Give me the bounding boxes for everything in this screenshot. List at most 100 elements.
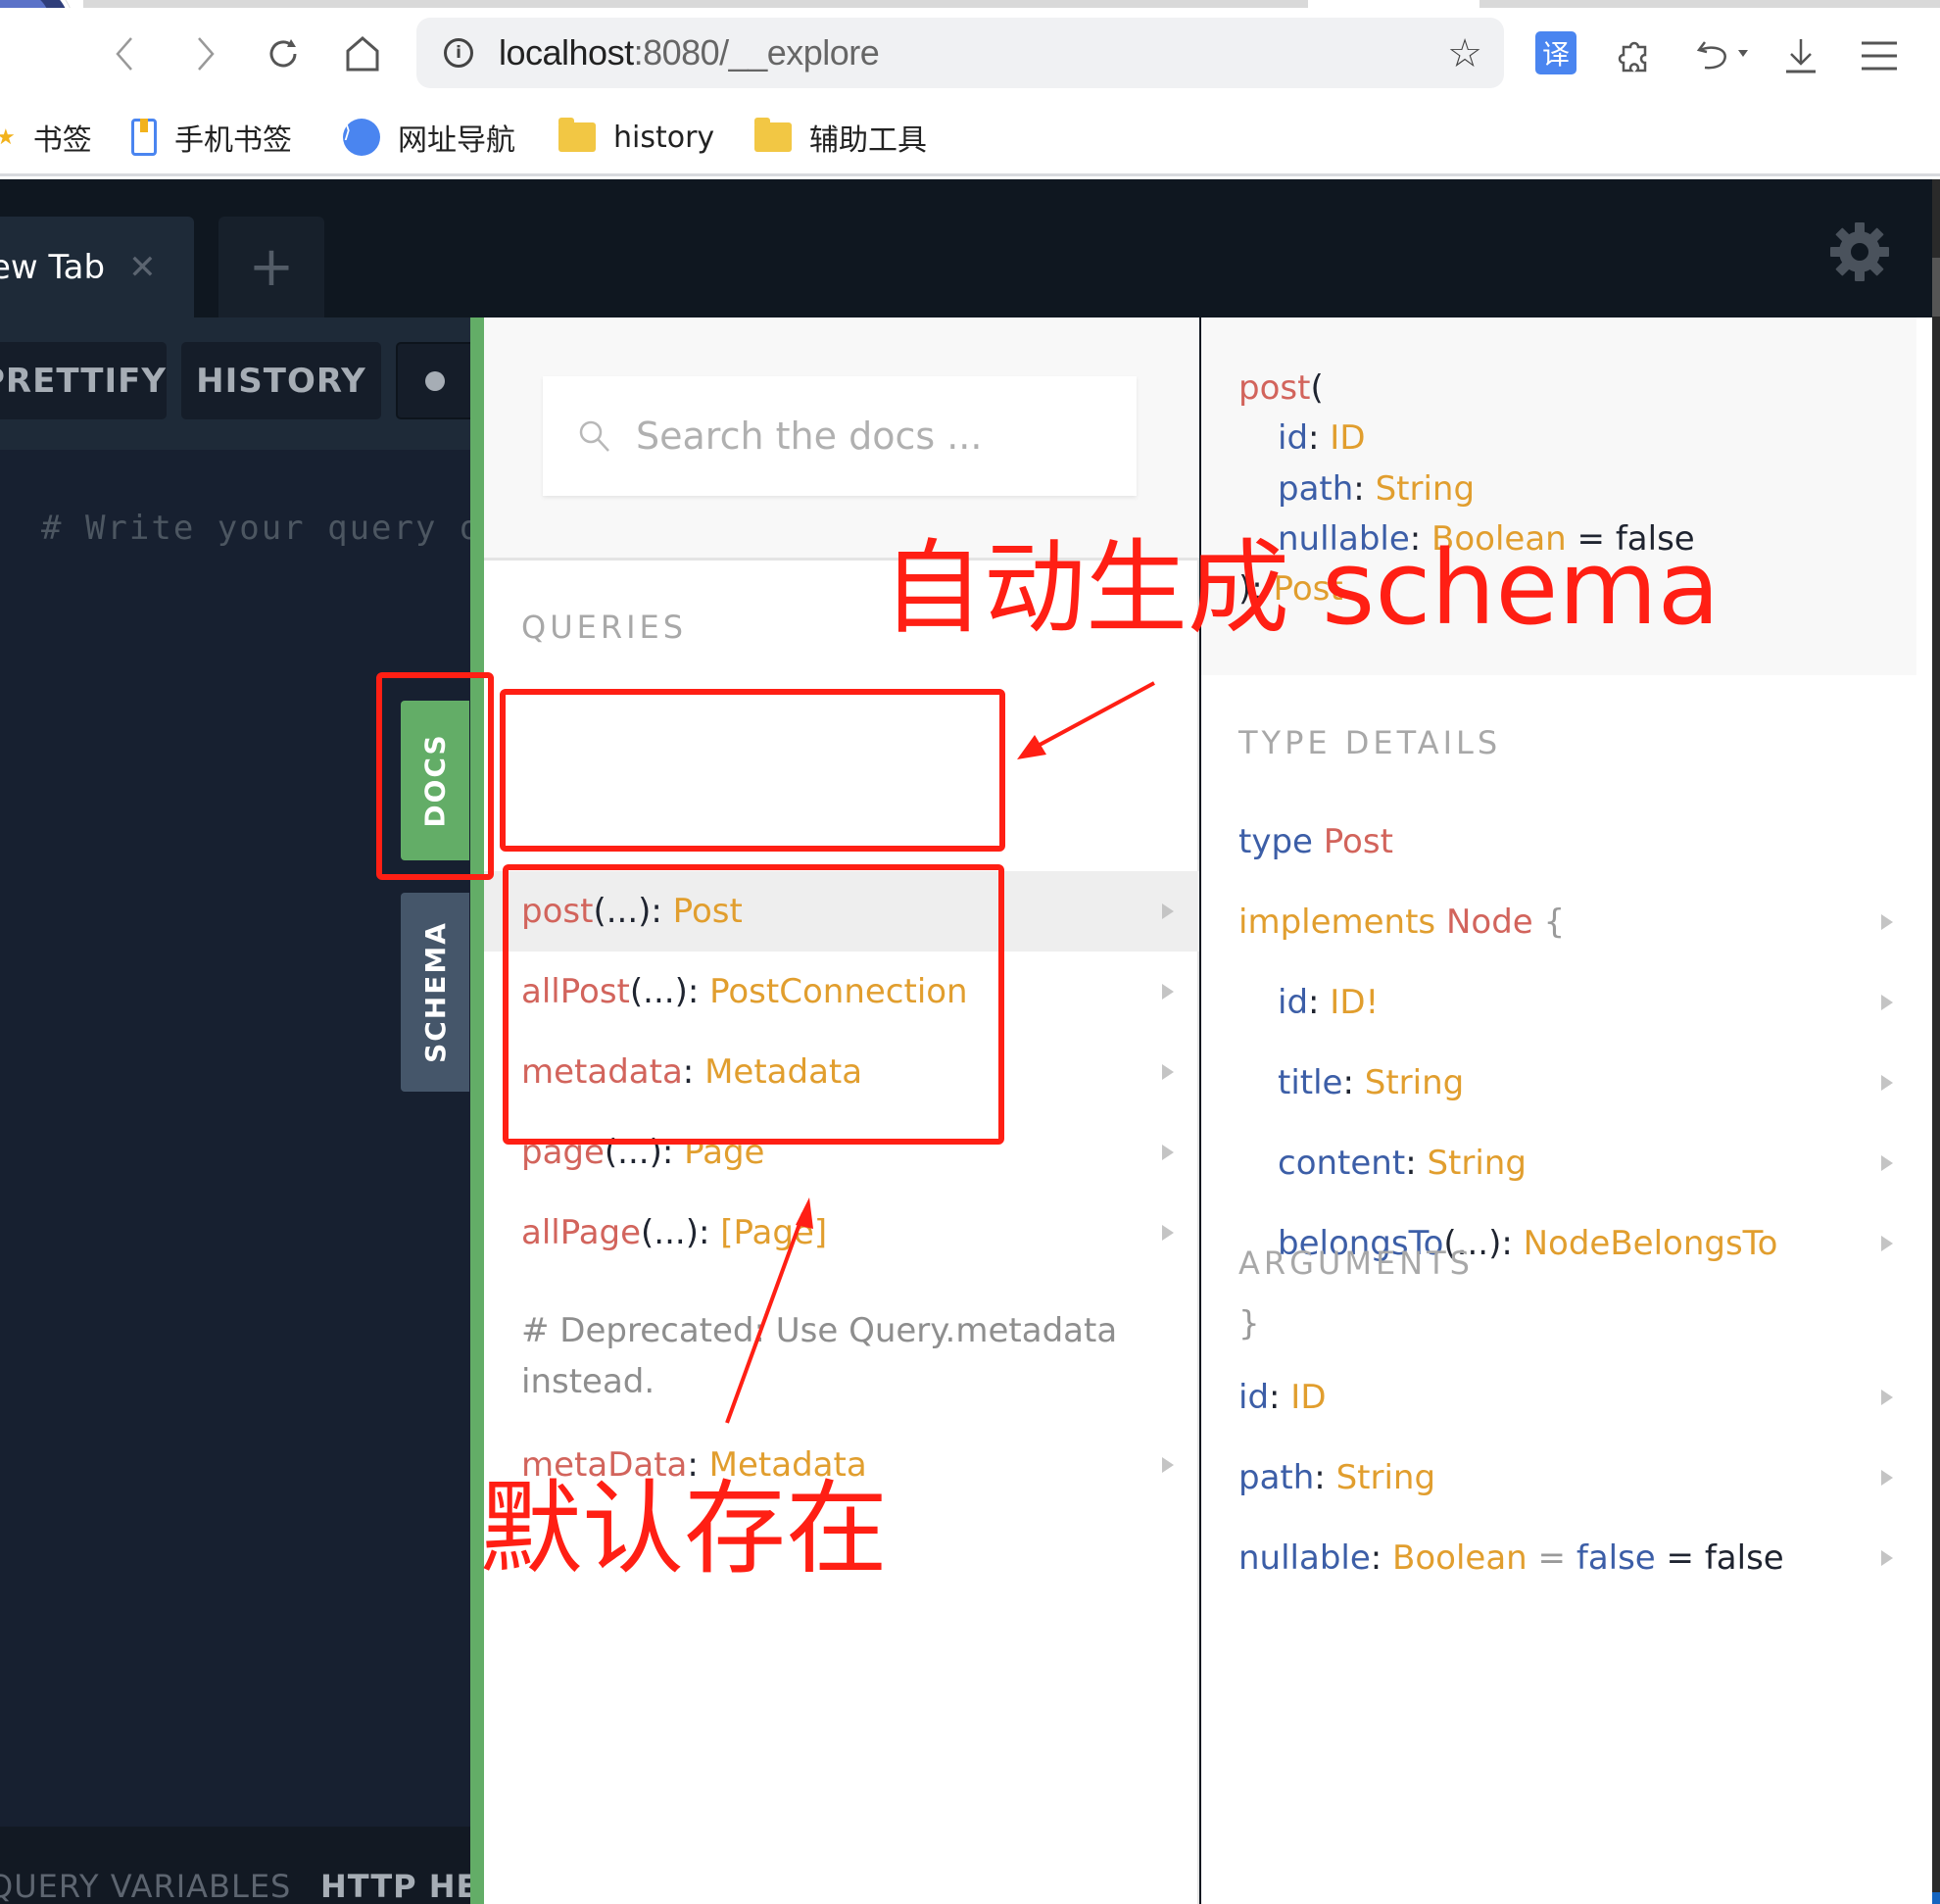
- url-text[interactable]: localhost:8080/__explore: [499, 32, 880, 73]
- query-field-allPage[interactable]: allPage(...): [Page]: [484, 1193, 1199, 1273]
- bookmark-label: 网址导航: [398, 123, 515, 158]
- arg-name: path: [1278, 469, 1354, 509]
- address-bar[interactable]: i localhost:8080/__explore ☆: [416, 18, 1504, 88]
- field-name: page: [521, 1133, 605, 1172]
- field-sep: :: [687, 972, 710, 1011]
- history-button[interactable]: HISTORY: [181, 342, 381, 419]
- browser-tab-inactive[interactable]: [1479, 0, 1940, 8]
- signature-return-type[interactable]: Post: [1274, 569, 1343, 609]
- menu-hamburger-icon[interactable]: [1857, 33, 1902, 78]
- bookmark-item[interactable]: ★ 书签: [0, 114, 92, 161]
- type-name: Post: [1323, 822, 1393, 861]
- expand-arrow-icon: [1881, 1390, 1893, 1405]
- star-icon: ★: [0, 124, 16, 150]
- type-field-text: content: String: [1278, 1144, 1527, 1183]
- field-sep: :: [687, 1445, 709, 1485]
- bookmark-item[interactable]: 手机书签: [131, 114, 292, 161]
- home-button[interactable]: [338, 29, 387, 78]
- field-signature: allPost(...): PostConnection: [521, 972, 968, 1011]
- query-field-allPost[interactable]: allPost(...): PostConnection: [484, 952, 1199, 1032]
- argument-row[interactable]: nullable: Boolean = false = false: [1201, 1524, 1916, 1592]
- close-tab-icon[interactable]: ✕: [128, 248, 157, 287]
- signature-arg: path: String: [1278, 469, 1475, 509]
- query-field-page[interactable]: page(...): Page: [484, 1112, 1199, 1193]
- schema-tab-label: SCHEMA: [418, 921, 452, 1063]
- query-field-metadata[interactable]: metadata: Metadata: [484, 1032, 1199, 1112]
- implements-row[interactable]: implements Node {: [1201, 888, 1916, 956]
- type-field-row[interactable]: id: ID!: [1201, 968, 1916, 1037]
- graphql-playground: ew Tab ✕ + PRETTIFY HISTORY # Write your…: [0, 179, 1932, 1904]
- arg-type: Boolean: [1431, 519, 1567, 559]
- query-variables-tab[interactable]: QUERY VARIABLES: [0, 1868, 291, 1904]
- field-type: Post: [672, 892, 743, 931]
- expand-arrow-icon: [1881, 1470, 1893, 1486]
- argument-row[interactable]: path: String: [1201, 1443, 1916, 1512]
- field-name: allPost: [521, 972, 630, 1011]
- bookmark-star-icon[interactable]: ☆: [1447, 31, 1482, 76]
- argument-row[interactable]: id: ID: [1201, 1363, 1916, 1432]
- status-dot-icon: [425, 370, 445, 391]
- type-field-row[interactable]: title: String: [1201, 1049, 1916, 1117]
- argument-text: path: String: [1238, 1458, 1435, 1497]
- arg-sep: :: [1269, 1378, 1291, 1417]
- editor-toolbar: PRETTIFY HISTORY: [0, 317, 494, 450]
- field-sep: :: [1308, 983, 1331, 1022]
- browser-tab-inactive[interactable]: [83, 0, 1308, 8]
- arg-name: id: [1238, 1378, 1270, 1417]
- query-editor[interactable]: PRETTIFY HISTORY # Write your query or Q…: [0, 317, 601, 1904]
- arg-sep: :: [1409, 519, 1432, 559]
- query-field-metaData[interactable]: metaData: Metadata: [484, 1425, 1199, 1505]
- bookmark-item[interactable]: ⟩ 网址导航: [343, 114, 515, 161]
- expand-arrow-icon: [1162, 984, 1174, 1000]
- expand-arrow-icon: [1881, 1550, 1893, 1566]
- signature-arg: nullable: Boolean = false: [1278, 519, 1695, 559]
- signature-close-paren: ):: [1238, 569, 1274, 609]
- variables-bar: QUERY VARIABLES HTTP HEADERS: [0, 1827, 601, 1904]
- download-icon[interactable]: [1778, 33, 1823, 78]
- field-signature: allPage(...): [Page]: [521, 1213, 827, 1252]
- docs-side-tab[interactable]: DOCS: [401, 701, 469, 860]
- url-host: localhost: [499, 32, 634, 73]
- expand-arrow-icon: [1881, 1155, 1893, 1171]
- arg-name: id: [1278, 418, 1309, 458]
- settings-gear-icon[interactable]: [1828, 220, 1891, 283]
- extensions-puzzle-icon[interactable]: [1612, 33, 1657, 78]
- docs-search-input[interactable]: [636, 415, 1087, 458]
- arg-default-extra: = false: [1655, 1538, 1784, 1578]
- playground-tab[interactable]: ew Tab ✕: [0, 217, 194, 317]
- docs-search-box[interactable]: [543, 376, 1137, 496]
- bookmark-folder[interactable]: history: [558, 114, 714, 161]
- docs-panel-resize-handle[interactable]: [470, 317, 484, 1904]
- translate-extension-icon[interactable]: 译: [1535, 31, 1576, 74]
- scrollbar-thumb[interactable]: [1932, 258, 1940, 317]
- back-button[interactable]: [100, 29, 149, 78]
- prettify-button[interactable]: PRETTIFY: [0, 342, 167, 419]
- add-tab-button[interactable]: +: [218, 217, 324, 317]
- field-sep: :: [682, 1052, 705, 1092]
- field-sep: :: [661, 1133, 685, 1172]
- type-field-row[interactable]: content: String: [1201, 1129, 1916, 1197]
- page-scrollbar[interactable]: [1932, 179, 1940, 1904]
- argument-text: id: ID: [1238, 1378, 1327, 1417]
- arg-type: Boolean: [1392, 1538, 1528, 1578]
- field-args: (...): [641, 1213, 699, 1252]
- docs-tab-label: DOCS: [418, 733, 452, 828]
- folder-icon: [754, 118, 792, 152]
- query-field-post[interactable]: post(...): Post: [484, 871, 1199, 952]
- arg-type: String: [1335, 1458, 1436, 1497]
- site-info-icon[interactable]: i: [444, 38, 473, 68]
- forward-button[interactable]: [181, 29, 230, 78]
- schema-side-tab[interactable]: SCHEMA: [401, 893, 469, 1092]
- queries-section-title: QUERIES: [521, 609, 688, 646]
- bookmark-folder[interactable]: 辅助工具: [754, 114, 927, 161]
- reload-button[interactable]: [259, 29, 308, 78]
- browser-toolbar: i localhost:8080/__explore ☆ 译: [0, 8, 1940, 102]
- field-type: Metadata: [704, 1052, 863, 1092]
- arguments-title: ARGUMENTS: [1238, 1245, 1474, 1282]
- undo-close-tab-icon[interactable]: [1690, 33, 1759, 78]
- arg-eq: =: [1527, 1538, 1576, 1578]
- field-name: id: [1278, 983, 1309, 1022]
- field-name: title: [1278, 1063, 1343, 1102]
- field-type: String: [1427, 1144, 1527, 1183]
- field-type: PostConnection: [709, 972, 968, 1011]
